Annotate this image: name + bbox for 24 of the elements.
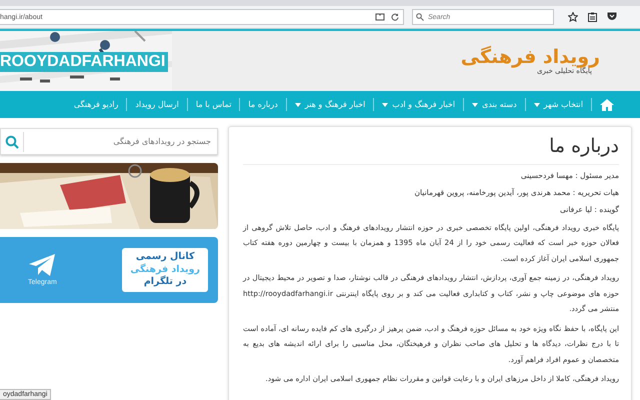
reader-view-icon[interactable]: [375, 13, 385, 21]
nav-link[interactable]: درباره ما: [240, 100, 286, 109]
nav-link[interactable]: تماس با ما: [188, 100, 240, 109]
page-title: درباره ما: [243, 131, 619, 165]
banner-text: کانال رسمی: [136, 251, 194, 264]
nav-link[interactable]: دسته بندی: [464, 100, 525, 109]
site-name: ROOYDADFARHANGI: [0, 52, 168, 72]
nav-link[interactable]: اخبار فرهنگ و هنر: [286, 100, 374, 109]
clipboard-icon[interactable]: [588, 12, 597, 22]
banner-text: در تلگرام: [144, 276, 187, 289]
logo-title[interactable]: رویداد فرهنگی: [460, 46, 600, 68]
reload-icon[interactable]: [391, 13, 399, 21]
search-icon[interactable]: [5, 134, 19, 148]
home-icon[interactable]: [600, 98, 614, 110]
nav-link[interactable]: انتخاب شهر: [526, 100, 591, 109]
nav-link[interactable]: ارسال رویداد: [127, 100, 187, 109]
search-icon: [416, 13, 424, 21]
search-field[interactable]: جستجو در رویدادهای فرهنگی: [0, 128, 218, 155]
nav-link[interactable]: رادیو فرهنگی: [66, 100, 126, 109]
nav-link[interactable]: اخبار فرهنگ و ادب: [374, 100, 464, 109]
banner-text: رویداد فرهنگی: [130, 264, 200, 276]
star-icon[interactable]: [568, 12, 578, 22]
paper-plane-icon: [29, 254, 56, 276]
pocket-icon[interactable]: [607, 12, 617, 21]
